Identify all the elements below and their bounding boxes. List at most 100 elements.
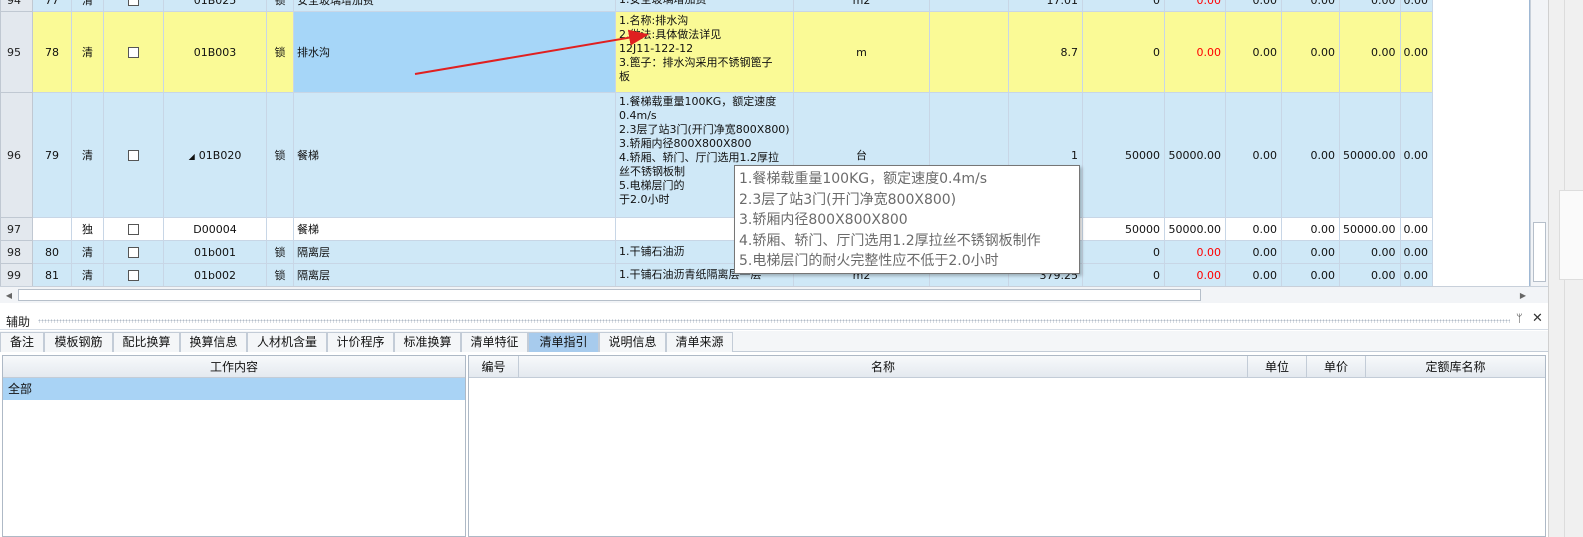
- cell-type[interactable]: 清: [71, 240, 104, 264]
- tab-labor-material-content[interactable]: 人材机含量: [247, 332, 327, 352]
- cell-type[interactable]: 清: [71, 0, 104, 12]
- cell-seq[interactable]: 79: [32, 92, 72, 218]
- cell-col3[interactable]: 0.00: [1339, 11, 1401, 93]
- cell-col4[interactable]: 0.00: [1399, 11, 1433, 93]
- tab-standard-conversion[interactable]: 标准换算: [394, 332, 461, 352]
- cell-col4[interactable]: 0.00: [1399, 263, 1433, 286]
- cell-name[interactable]: 隔离层: [293, 240, 616, 264]
- tab-bill-source[interactable]: 清单来源: [666, 332, 733, 352]
- cell-col4[interactable]: 0.00: [1399, 217, 1433, 241]
- cell-seq[interactable]: 80: [32, 240, 72, 264]
- vertical-scroll-thumb[interactable]: [1533, 222, 1546, 282]
- tab-bill-features[interactable]: 清单特征: [461, 332, 528, 352]
- table-row[interactable]: 99 81 清 01b002 锁隔离层 1.干铺石油沥青纸隔离层一层 m2 379.25 0 0.…: [0, 263, 1433, 286]
- col-header-name[interactable]: 名称: [519, 356, 1248, 378]
- cell-description[interactable]: 1.安全玻璃增加费: [615, 0, 794, 12]
- cell-col2[interactable]: 0.00: [1281, 240, 1340, 264]
- cell-code[interactable]: 01b001: [163, 240, 267, 264]
- cell-checkbox[interactable]: [103, 92, 164, 218]
- cell-checkbox[interactable]: [103, 11, 164, 93]
- cell-checkbox[interactable]: [103, 263, 164, 286]
- row-checkbox[interactable]: [128, 270, 139, 281]
- cell-unit-price[interactable]: 0: [1082, 11, 1165, 93]
- cell-col1[interactable]: 0.00: [1225, 217, 1282, 241]
- cell-unit-price[interactable]: 50000: [1082, 92, 1165, 218]
- cell-unit-price[interactable]: 0: [1082, 0, 1165, 12]
- cell-lock[interactable]: 锁: [266, 263, 294, 286]
- cell-col3[interactable]: 50000.00: [1339, 217, 1401, 241]
- table-row[interactable]: 97独D00004餐梯15000050000.000.000.0050000.0…: [0, 217, 1433, 241]
- table-row[interactable]: 9880清01b001锁隔离层1.干铺石油沥301.6600.000.000.0…: [0, 240, 1433, 264]
- table-row[interactable]: 96 79 清 ◢ 01B020 锁餐梯 1.餐梯载重量100KG，额定速度 0.4m/s 2.…: [0, 92, 1433, 218]
- cell-col1[interactable]: 0.00: [1225, 263, 1282, 286]
- cell-col2[interactable]: 0.00: [1281, 0, 1340, 12]
- cell-code[interactable]: 01b002: [163, 263, 267, 286]
- cell-seq[interactable]: 78: [32, 11, 72, 93]
- cell-unit[interactable]: m: [793, 11, 930, 93]
- cell-unit-price[interactable]: 0: [1082, 240, 1165, 264]
- cell-quantity[interactable]: 17.01: [1008, 0, 1083, 12]
- cell-type[interactable]: 清: [71, 92, 104, 218]
- tab-description-info[interactable]: 说明信息: [599, 332, 666, 352]
- tab-bill-guide[interactable]: 清单指引: [528, 332, 599, 352]
- cell-lock[interactable]: 锁: [266, 92, 294, 218]
- cell-type[interactable]: 独: [71, 217, 104, 241]
- cell-total[interactable]: 0.00: [1164, 11, 1226, 93]
- row-checkbox[interactable]: [128, 150, 139, 161]
- cell-col2[interactable]: 0.00: [1281, 92, 1340, 218]
- row-checkbox[interactable]: [128, 47, 139, 58]
- cell-total[interactable]: 0.00: [1164, 240, 1226, 264]
- cell-name[interactable]: 排水沟: [293, 11, 616, 93]
- cell-type[interactable]: 清: [71, 11, 104, 93]
- cell-total[interactable]: 50000.00: [1164, 217, 1226, 241]
- cell-col2[interactable]: 0.00: [1281, 263, 1340, 286]
- cell-col3[interactable]: 0.00: [1339, 263, 1401, 286]
- cell-unit-price[interactable]: 50000: [1082, 217, 1165, 241]
- cell-checkbox[interactable]: [103, 240, 164, 264]
- tab-pricing-procedure[interactable]: 计价程序: [327, 332, 394, 352]
- row-checkbox[interactable]: [128, 224, 139, 235]
- cell-empty[interactable]: [929, 0, 1009, 12]
- cell-col1[interactable]: 0.00: [1225, 92, 1282, 218]
- cell-code[interactable]: D00004: [163, 217, 267, 241]
- cell-seq[interactable]: 81: [32, 263, 72, 286]
- cell-name[interactable]: 餐梯: [293, 92, 616, 218]
- horizontal-scroll-thumb[interactable]: [18, 289, 1201, 301]
- cell-col3[interactable]: 50000.00: [1339, 92, 1401, 218]
- cell-col2[interactable]: 0.00: [1281, 217, 1340, 241]
- cell-checkbox[interactable]: [103, 217, 164, 241]
- tab-formwork-rebar[interactable]: 模板钢筋: [44, 332, 113, 352]
- row-checkbox[interactable]: [128, 0, 139, 6]
- cell-name[interactable]: 安全玻璃增加费: [293, 0, 616, 12]
- cell-lock[interactable]: 锁: [266, 0, 294, 12]
- scroll-left-arrow-icon[interactable]: ◀: [2, 289, 16, 302]
- col-header-price[interactable]: 单价: [1307, 356, 1366, 378]
- table-row[interactable]: 95 78 清 01B003 锁排水沟 1.名称:排水沟 2.做法:具体做法详见 12J11-…: [0, 11, 1433, 93]
- cell-code[interactable]: ◢ 01B020: [163, 92, 267, 218]
- cell-col4[interactable]: 0.00: [1399, 240, 1433, 264]
- tab-conversion-info[interactable]: 换算信息: [180, 332, 247, 352]
- cell-empty[interactable]: [929, 11, 1009, 93]
- cell-col2[interactable]: 0.00: [1281, 11, 1340, 93]
- cell-lock[interactable]: 锁: [266, 11, 294, 93]
- cell-checkbox[interactable]: [103, 0, 164, 12]
- cell-code[interactable]: 01B003: [163, 11, 267, 93]
- aux-panel-grip[interactable]: [38, 319, 1510, 323]
- cell-col4[interactable]: 0.00: [1399, 92, 1433, 218]
- col-header-unit[interactable]: 单位: [1248, 356, 1307, 378]
- cell-col3[interactable]: 0.00: [1339, 0, 1401, 12]
- cell-type[interactable]: 清: [71, 263, 104, 286]
- cell-col1[interactable]: 0.00: [1225, 240, 1282, 264]
- cell-unit-price[interactable]: 0: [1082, 263, 1165, 286]
- cell-lock[interactable]: 锁: [266, 240, 294, 264]
- collapse-triangle-icon[interactable]: ◢: [189, 152, 195, 161]
- table-row[interactable]: 94 77 清 01B025 锁 安全玻璃增加费 1.安全玻璃增加费 m2 17.01 0 0.00…: [0, 0, 1433, 12]
- cell-col1[interactable]: 0.00: [1225, 11, 1282, 93]
- col-header-code[interactable]: 编号: [469, 356, 519, 378]
- cell-col3[interactable]: 0.00: [1339, 240, 1401, 264]
- cell-seq[interactable]: [32, 217, 72, 241]
- scroll-right-arrow-icon[interactable]: ▶: [1516, 289, 1530, 302]
- tab-mix-conversion[interactable]: 配比换算: [113, 332, 180, 352]
- cell-code[interactable]: 01B025: [163, 0, 267, 12]
- cell-total[interactable]: 0.00: [1164, 263, 1226, 286]
